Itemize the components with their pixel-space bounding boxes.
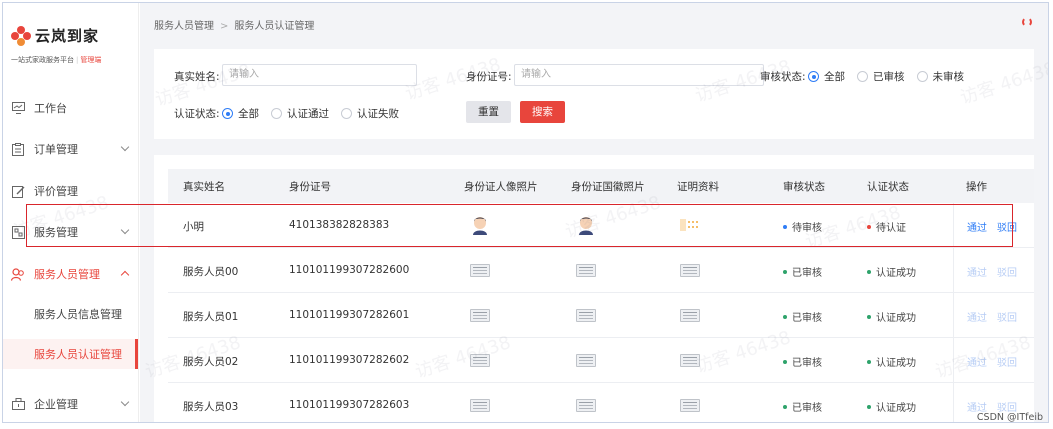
edit-icon [11,184,25,198]
id-card-image-icon[interactable] [576,399,596,412]
cell-id: 110101199307282602 [289,354,410,366]
audit-status-label: 审核状态: [760,71,806,83]
clipboard-icon [11,142,25,156]
cert-status: 认证成功 [867,399,916,414]
audit-status: 已审核 [783,309,822,324]
table-header: 真实姓名 身份证号 身份证人像照片 身份证国徽照片 证明资料 审核状态 认证状态… [168,169,1034,203]
cell-name: 服务人员00 [183,266,239,278]
reset-button[interactable]: 重置 [466,101,511,123]
column-divider [953,383,954,422]
table-row: 服务人员02 110101199307282602 已审核 认证成功 通过 驳回 [168,338,1034,383]
id-card-image-icon[interactable] [470,264,490,277]
refresh-icon[interactable] [1022,17,1032,27]
cert-status: 认证成功 [867,264,916,279]
breadcrumb-current: 服务人员认证管理 [234,21,315,32]
audit-status: 已审核 [783,354,822,369]
cell-name: 服务人员02 [183,356,239,368]
sidebar-item-staff[interactable]: 服务人员管理 [3,259,138,289]
col-id-front: 身份证人像照片 [464,181,538,193]
monitor-icon [11,101,25,115]
building-icon [11,397,25,411]
filter-panel: 真实姓名: 请输入 身份证号: 请输入 审核状态: 全部 已审核 未审核 认证状… [154,49,1034,139]
col-cert: 认证状态 [867,181,909,193]
table-row: 服务人员01 110101199307282601 已审核 认证成功 通过 驳回 [168,293,1034,338]
cell-name: 服务人员03 [183,401,239,413]
approve-link[interactable]: 通过 [967,309,987,324]
audit-status: 已审核 [783,264,822,279]
audit-status-radios: 全部 已审核 未审核 [808,69,976,84]
cell-id: 110101199307282603 [289,399,410,411]
id-card-image-icon[interactable] [576,264,596,277]
id-card-image-icon[interactable] [680,354,700,367]
people-icon [11,267,25,281]
id-label: 身份证号: [466,71,512,83]
id-card-image-icon[interactable] [680,309,700,322]
id-card-image-icon[interactable] [576,309,596,322]
audit-radio-approved[interactable]: 已审核 [857,69,905,84]
name-input[interactable]: 请输入 [222,64,417,86]
id-card-image-icon[interactable] [680,264,700,277]
audit-status: 已审核 [783,399,822,414]
id-card-image-icon[interactable] [470,309,490,322]
reject-link[interactable]: 驳回 [997,354,1017,369]
cell-id: 110101199307282601 [289,309,410,321]
approve-link[interactable]: 通过 [967,354,987,369]
cell-name: 服务人员01 [183,311,239,323]
search-button[interactable]: 搜索 [520,101,565,123]
table-row: 服务人员03 110101199307282603 已审核 认证成功 通过 驳回 [168,383,1034,422]
cert-radio-failed[interactable]: 认证失败 [341,106,399,121]
chevron-down-icon [120,142,130,152]
chevron-up-icon [120,270,130,280]
column-divider [953,248,954,293]
column-divider [953,293,954,338]
column-divider [953,338,954,383]
audit-radio-pending[interactable]: 未审核 [916,69,964,84]
footer-credit: CSDN @ITfeib [976,412,1043,423]
id-input[interactable]: 请输入 [514,64,764,86]
sidebar-subitem-staff-info[interactable]: 服务人员信息管理 [3,299,138,329]
sidebar-item-enterprise[interactable]: 企业管理 [3,389,138,419]
cert-table: 真实姓名 身份证号 身份证人像照片 身份证国徽照片 证明资料 审核状态 认证状态… [154,155,1034,422]
col-id: 身份证号 [289,181,331,193]
chevron-down-icon [120,397,130,407]
cert-status-label: 认证状态: [174,108,220,120]
id-card-image-icon[interactable] [576,354,596,367]
reject-link[interactable]: 驳回 [997,309,1017,324]
audit-radio-all[interactable]: 全部 [808,69,845,84]
cert-radio-passed[interactable]: 认证通过 [271,106,329,121]
id-card-image-icon[interactable] [680,399,700,412]
cert-status: 认证成功 [867,309,916,324]
cert-status: 认证成功 [867,354,916,369]
service-icon [11,225,25,239]
id-card-image-icon[interactable] [470,354,490,367]
col-name: 真实姓名 [183,181,225,193]
row-highlight-box [26,204,1013,247]
col-actions: 操作 [966,181,987,193]
app-window: 云岚到家 一站式家政服务平台 | 管理端 工作台 订单管理 评价管理 服务管理 … [2,2,1049,423]
sidebar-item-orders[interactable]: 订单管理 [3,134,138,164]
col-audit: 审核状态 [783,181,825,193]
breadcrumb-parent[interactable]: 服务人员管理 [154,21,214,32]
breadcrumb: 服务人员管理 > 服务人员认证管理 [154,21,315,32]
cert-status-radios: 全部 认证通过 认证失败 [222,106,411,121]
approve-link[interactable]: 通过 [967,264,987,279]
table-row: 服务人员00 110101199307282600 已审核 认证成功 通过 驳回 [168,248,1034,293]
sidebar-item-workbench[interactable]: 工作台 [3,93,138,123]
cert-radio-all[interactable]: 全部 [222,106,259,121]
cell-id: 110101199307282600 [289,264,410,276]
sidebar-subitem-staff-cert[interactable]: 服务人员认证管理 [3,339,138,369]
reject-link[interactable]: 驳回 [997,264,1017,279]
brand-slogan: 一站式家政服务平台 | 管理端 [11,56,102,64]
brand-name: 云岚到家 [35,27,100,45]
sidebar-item-reviews[interactable]: 评价管理 [3,176,138,206]
col-id-back: 身份证国徽照片 [571,181,645,193]
name-label: 真实姓名: [174,71,220,83]
logo-mark-icon [11,25,31,46]
brand-logo: 云岚到家 [11,25,99,46]
id-card-image-icon[interactable] [470,399,490,412]
col-docs: 证明资料 [677,181,719,193]
